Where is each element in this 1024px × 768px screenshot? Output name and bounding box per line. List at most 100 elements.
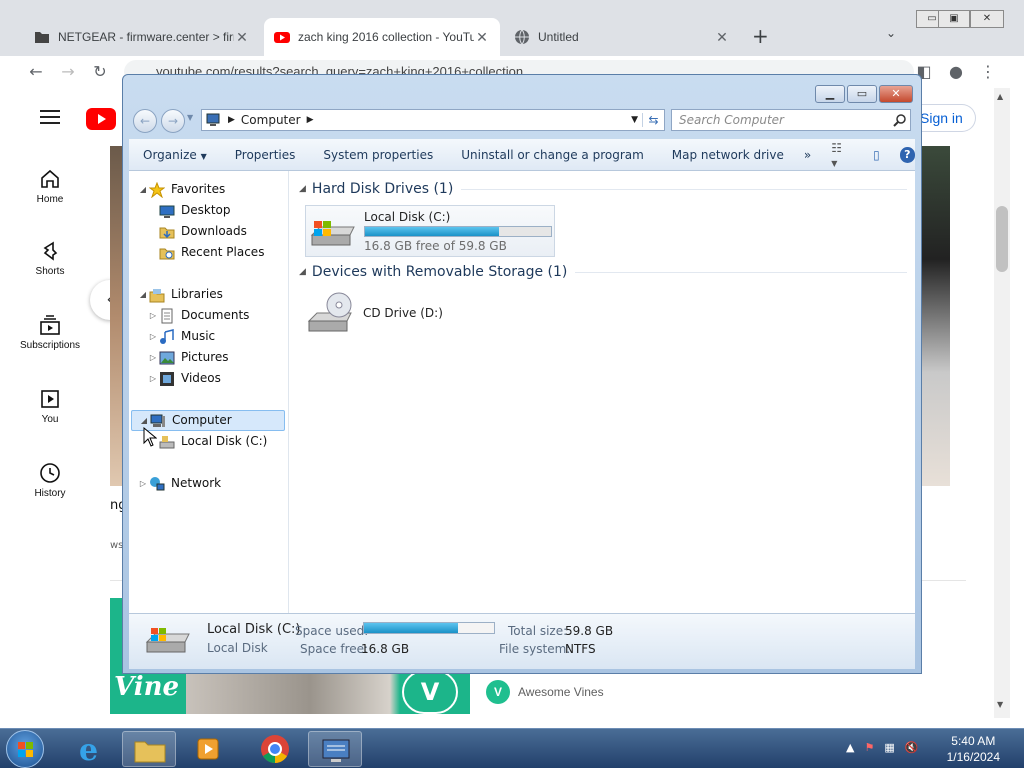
close-icon[interactable]: ✕ — [234, 29, 250, 46]
system-properties-button[interactable]: System properties — [309, 148, 447, 162]
tab-title: Untitled — [538, 30, 579, 44]
tab-youtube[interactable]: zach king 2016 collection - YouTu ✕ — [264, 18, 500, 56]
video-thumbnail[interactable] — [920, 146, 950, 486]
internet-explorer-icon[interactable]: e — [64, 731, 118, 768]
close-button[interactable]: ✕ — [879, 85, 913, 103]
nav-desktop[interactable]: Desktop — [159, 200, 231, 221]
breadcrumb-arrow-icon[interactable]: ▶ — [228, 115, 235, 125]
sidebar-item-home[interactable]: Home — [0, 168, 100, 205]
expand-triangle-icon[interactable]: ▷ — [147, 347, 159, 368]
show-hidden-icons-icon[interactable]: ▲ — [846, 741, 854, 754]
expand-triangle-icon[interactable]: ▷ — [137, 473, 149, 494]
sidebar-item-you[interactable]: You — [0, 388, 100, 425]
nav-local-disk[interactable]: Local Disk (C:) — [159, 431, 267, 452]
channel-link[interactable]: V Awesome Vines — [486, 680, 604, 704]
tab-search-chevron-icon[interactable]: ⌄ — [886, 26, 896, 40]
network-status-icon[interactable]: ▦ — [884, 741, 894, 754]
search-input[interactable]: Search Computer — [671, 109, 911, 131]
computer-icon — [206, 113, 222, 127]
space-free-value: 16.8 GB — [361, 642, 410, 656]
group-hard-disk-drives[interactable]: ◢ Hard Disk Drives (1) — [299, 181, 907, 197]
breadcrumb-arrow-icon[interactable]: ▶ — [307, 115, 314, 125]
expand-triangle-icon[interactable]: ▷ — [147, 305, 159, 326]
chrome-icon[interactable] — [248, 731, 302, 767]
preview-pane-icon[interactable]: ▯ — [873, 148, 880, 162]
file-system-label: File system: — [499, 642, 571, 656]
recent-places-icon — [159, 245, 175, 261]
nav-libraries[interactable]: ◢ Libraries — [137, 284, 223, 305]
nav-network[interactable]: ▷ Network — [137, 473, 221, 494]
collapse-triangle-icon[interactable]: ◢ — [299, 184, 306, 194]
properties-button[interactable]: Properties — [221, 148, 310, 162]
group-removable-storage[interactable]: ◢ Devices with Removable Storage (1) — [299, 264, 907, 280]
nav-recent-places[interactable]: Recent Places — [159, 242, 264, 263]
sign-in-button[interactable]: Sign in — [916, 104, 976, 132]
help-icon[interactable]: ? — [899, 146, 915, 163]
drive-name: CD Drive (D:) — [363, 306, 443, 320]
action-center-icon[interactable]: ⚑ — [864, 741, 874, 754]
forward-icon[interactable]: → — [58, 62, 78, 82]
command-bar: Organize ▼ Properties System properties … — [129, 139, 915, 171]
expand-triangle-icon[interactable]: ▷ — [147, 368, 159, 389]
search-icon[interactable] — [893, 113, 907, 130]
uninstall-program-button[interactable]: Uninstall or change a program — [447, 148, 658, 162]
page-scrollbar[interactable]: ▲ ▼ — [994, 88, 1010, 718]
tab-untitled[interactable]: Untitled ✕ — [504, 18, 740, 56]
nav-pictures[interactable]: ▷ Pictures — [147, 347, 229, 368]
media-player-icon[interactable] — [180, 731, 234, 767]
hamburger-icon[interactable] — [40, 110, 60, 124]
drive-cd-d[interactable]: CD Drive (D:) — [307, 289, 467, 337]
collapse-triangle-icon[interactable]: ◢ — [137, 284, 149, 305]
menu-icon[interactable]: ⋮ — [978, 62, 998, 82]
sidebar-item-shorts[interactable]: Shorts — [0, 240, 100, 277]
nav-music[interactable]: ▷ Music — [147, 326, 215, 347]
cd-drive-icon — [307, 291, 357, 335]
explorer-address-bar[interactable]: ▶ Computer ▶ ▼ ⇆ — [201, 109, 665, 131]
new-tab-button[interactable]: + — [752, 24, 769, 48]
maximize-button[interactable]: ▣ — [938, 10, 970, 28]
volume-muted-icon[interactable]: 🔇 — [905, 741, 919, 754]
reload-icon[interactable]: ↻ — [90, 62, 110, 82]
minimize-button[interactable]: ▁ — [815, 85, 845, 103]
start-button[interactable] — [6, 730, 44, 768]
tab-netgear[interactable]: NETGEAR - firmware.center > firm ✕ — [24, 18, 260, 56]
maximize-button[interactable]: ▭ — [847, 85, 877, 103]
expand-triangle-icon[interactable]: ▷ — [147, 326, 159, 347]
address-dropdown-icon[interactable]: ▼ — [631, 115, 638, 125]
breadcrumb-computer[interactable]: Computer — [241, 113, 301, 127]
map-network-drive-button[interactable]: Map network drive — [658, 148, 798, 162]
drive-local-disk-c[interactable]: Local Disk (C:) 16.8 GB free of 59.8 GB — [305, 205, 555, 257]
space-used-bar — [363, 622, 495, 634]
refresh-icon[interactable]: ⇆ — [642, 113, 664, 127]
close-button[interactable]: ✕ — [970, 10, 1004, 28]
drive-usage-fill — [365, 226, 499, 236]
clock[interactable]: 5:40 AM 1/16/2024 — [947, 733, 1000, 765]
remote-desktop-icon[interactable] — [308, 731, 362, 767]
sidebar-item-history[interactable]: History — [0, 462, 100, 499]
organize-button[interactable]: Organize ▼ — [129, 148, 221, 162]
nav-videos[interactable]: ▷ Videos — [147, 368, 221, 389]
collapse-triangle-icon[interactable]: ◢ — [299, 267, 306, 277]
hard-drive-icon — [159, 434, 175, 450]
nav-documents[interactable]: ▷ Documents — [147, 305, 249, 326]
collapse-triangle-icon[interactable]: ◢ — [137, 179, 149, 200]
scroll-up-icon[interactable]: ▲ — [997, 92, 1003, 101]
clock-date: 1/16/2024 — [946, 750, 1000, 764]
nav-favorites[interactable]: ◢ Favorites — [137, 179, 225, 200]
sidebar-item-subscriptions[interactable]: Subscriptions — [0, 314, 100, 351]
close-icon[interactable]: ✕ — [714, 29, 730, 46]
more-commands-button[interactable]: » — [798, 148, 817, 162]
back-button[interactable]: ← — [133, 109, 157, 133]
nav-downloads[interactable]: Downloads — [159, 221, 247, 242]
explorer-titlebar[interactable]: ▁ ▭ ✕ — [123, 75, 921, 105]
view-options-icon[interactable]: ☷ ▼ — [831, 141, 851, 169]
forward-button[interactable]: → — [161, 109, 185, 133]
youtube-logo-icon[interactable] — [86, 108, 116, 133]
back-icon[interactable]: ← — [26, 62, 46, 82]
scroll-down-icon[interactable]: ▼ — [997, 700, 1003, 709]
recent-pages-chevron-icon[interactable]: ▼ — [187, 113, 193, 122]
scrollbar-thumb[interactable] — [996, 206, 1008, 272]
file-explorer-icon[interactable] — [122, 731, 176, 767]
profile-icon[interactable]: ● — [946, 62, 966, 82]
close-icon[interactable]: ✕ — [474, 29, 490, 46]
